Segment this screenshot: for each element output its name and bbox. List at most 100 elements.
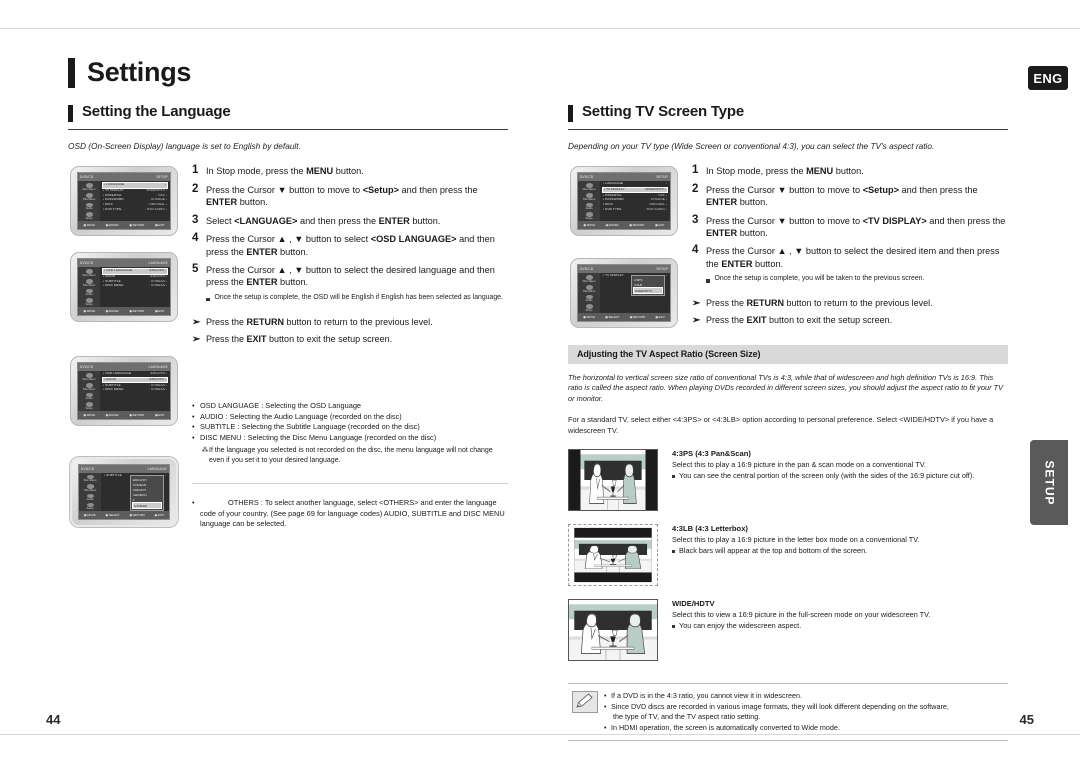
tv-screen-menu-list: • OSD LANGUAGE: ENGLISH › • AUDIO: ENGLIS…: [100, 267, 170, 307]
tv-menu-row-label: • OSD LANGUAGE: [104, 268, 133, 273]
dot-bullet-icon: •: [192, 432, 195, 442]
step-number: 2: [692, 182, 699, 195]
tv-screen-sidebar: Disc Menu Title Menu Audio Setup: [578, 181, 600, 221]
left-others-row: • OTHERS : To select another language, s…: [192, 498, 508, 530]
tv-screen-footer-item: ▣ RETURN: [129, 309, 145, 313]
sidebar-item-label: Setup: [85, 407, 93, 410]
dot-bullet-icon: •: [192, 411, 195, 421]
step-item: 4 Press the Cursor ▲ , ▼ button to select…: [692, 244, 1008, 269]
tv-screen-footer: ▣ MOVE ▣ ENTER ▣ RETURN ▣ EXIT: [78, 411, 170, 419]
tv-screen: DVD/CD SETUP Disc Menu Title Menu Audio Setup…: [577, 172, 671, 230]
tv-screen-title-right: SETUP: [656, 175, 668, 179]
tv-menu-popup-option: WIDE/HDTV: [633, 287, 663, 295]
sidebar-item-label: Audio: [85, 207, 93, 211]
sidebar-item-label: Title Menu: [82, 283, 96, 287]
tv-screen-footer-item: ▣ EXIT: [654, 223, 665, 227]
bullet-item: • OSD LANGUAGE : Selecting the OSD Langua…: [192, 401, 508, 412]
tv-screen-titlebar: DVD/CD SETUP: [78, 173, 170, 181]
tv-screen-body: Disc Menu Title Menu Audio Setup • OSD LANGU…: [78, 371, 170, 411]
right-intro-text: Depending on your TV type (Wide Screen o…: [568, 141, 935, 151]
aspect-ratio-description: Select this to view a 16:9 picture in th…: [672, 610, 931, 620]
tv-screen-title-left: DVD/CD: [580, 175, 594, 179]
right-arrow-notes: ➢ Press the RETURN button to return to th…: [692, 298, 1008, 326]
note-box: • If a DVD is in the 4:3 ratio, you canno…: [568, 683, 1008, 742]
note-lines: • If a DVD is in the 4:3 ratio, you canno…: [604, 691, 1004, 733]
tv-menu-screenshot: DVD/CD LANGUAGE Disc Menu Title Menu Audio Se…: [70, 356, 178, 426]
tv-menu-row-value: : DVD AUDIO ›: [145, 206, 167, 211]
tv-screen-title-left: DVD/CD: [580, 267, 594, 271]
dot-bullet-icon: •: [192, 401, 195, 411]
tv-screen-footer-item: ▣ MOVE: [83, 413, 95, 417]
tv-menu-row-value: ›: [164, 182, 166, 187]
dot-bullet-icon: •: [604, 701, 607, 711]
sidebar-item-label: Disc Menu: [582, 187, 596, 191]
aspect-ratio-block: WIDE/HDTV Select this to view a 16:9 pict…: [568, 599, 1008, 662]
step-text: Press the Cursor ▲ , ▼ button to select …: [206, 234, 495, 257]
tv-menu-screenshot: ENGLISH KOREAN FRENCH GERMAN ▾ OTHERS DVD/CD LA…: [70, 457, 178, 527]
tv-menu-screenshot: DVD/CD SETUP Disc Menu Title Menu Audio Setup…: [70, 166, 178, 236]
sidebar-item-label: Audio: [86, 497, 94, 501]
aspect-ratio-illustration: [568, 449, 658, 512]
tv-screen-footer-item: ▣ ENTER: [105, 309, 119, 313]
tv-screen-titlebar: DVD/CD SETUP: [578, 265, 670, 273]
tv-menu-row: • DISC MENU: KOREAN ›: [102, 283, 168, 289]
square-bullet-icon: [206, 297, 210, 302]
left-substep: Once the setup is complete, the OSD will…: [206, 294, 508, 303]
tv-screen: DVD/CD LANGUAGE Disc Menu Title Menu Audio Se…: [77, 258, 171, 316]
tv-screen-sidebar: Disc Menu Title Menu Audio Setup: [78, 181, 100, 221]
tv-screen-footer-item: ▣ MOVE: [583, 315, 595, 319]
tv-screen-footer-item: ▣ EXIT: [154, 513, 165, 517]
tv-screen-footer-item: ▣ RETURN: [129, 413, 145, 417]
tv-menu-row-label: • DVD TYPE: [603, 206, 622, 211]
tv-screen-title-right: SETUP: [156, 175, 168, 179]
tv-menu-row: • DVD TYPE: DVD AUDIO ›: [602, 207, 668, 212]
step-item: 1 In Stop mode, press the MENU button.: [692, 164, 1008, 177]
bullet-text: AUDIO : Selecting the Audio Language (re…: [200, 411, 402, 421]
aspect-ratio-block: 4:3LB (4:3 Letterbox) Select this to play…: [568, 524, 1008, 587]
aspect-ratio-title: WIDE/HDTV: [672, 599, 715, 609]
tv-menu-popup: 4:3PS 4:3LB WIDE/HDTV: [631, 275, 665, 297]
tv-menu-row-label: • TV DISPLAY: [603, 273, 624, 278]
tv-screen-menu-list: • LANGUAGE › • TV DISPLAY: WIDE/HDTV › • PA…: [100, 181, 170, 221]
left-bullet-block: • OSD LANGUAGE : Selecting the OSD Langua…: [192, 401, 508, 529]
aspect-ratio-title: 4:3PS (4:3 Pan&Scan): [672, 449, 751, 459]
note-line-text: If a DVD is in the 4:3 ratio, you cannot…: [611, 691, 802, 701]
arrow-note-text: Press the RETURN button to return to the…: [706, 298, 933, 309]
tv-menu-row-label: • SUBTITLE: [104, 473, 122, 478]
tv-screen-footer: ▣ MOVE ▣ ENTER ▣ RETURN ▣ EXIT: [78, 221, 170, 229]
step-number: 3: [192, 213, 199, 226]
sidebar-item-label: Setup: [585, 309, 593, 312]
tv-screen-footer-item: ▣ RETURN: [129, 223, 145, 227]
tv-screen-footer-item: ▣ RETURN: [629, 315, 645, 319]
tv-screen-titlebar: DVD/CD LANGUAGE: [78, 259, 170, 267]
aspect-ratio-illustration: [568, 524, 658, 587]
tv-screen-title-left: DVD/CD: [80, 261, 94, 265]
sidebar-item-label: Disc Menu: [82, 273, 96, 277]
step-item: 2 Press the Cursor ▼ button to move to <S…: [692, 183, 1008, 208]
note-line: • Since DVD discs are recorded in various…: [604, 702, 1004, 712]
sidebar-item-label: Disc Menu: [82, 187, 96, 191]
tv-screen-footer-item: ▣ EXIT: [154, 309, 165, 313]
aspect-ratio-paragraph-italic: The horizontal to vertical screen size r…: [568, 372, 1004, 404]
aspect-ratio-title: 4:3LB (4:3 Letterbox): [672, 524, 748, 534]
tv-menu-row-label: • AUDIO: [104, 377, 117, 382]
right-substep-text: Once the setup is complete, you will be …: [714, 275, 925, 283]
square-bullet-icon: [706, 279, 710, 283]
tv-menu-screenshot: 4:3PS 4:3LB WIDE/HDTV DVD/CD SETUP Disc Menu T…: [570, 258, 678, 328]
aspect-ratio-block: 4:3PS (4:3 Pan&Scan) Select this to play …: [568, 449, 1008, 512]
tv-screen-footer: ▣ MOVE ▣ SELECT ▣ RETURN ▣ EXIT: [79, 511, 169, 519]
sidebar-item-label: Disc Menu: [82, 377, 96, 381]
square-bullet-icon: [672, 475, 675, 479]
sidebar-item-label: Setup: [86, 507, 94, 510]
tv-menu-row-value: ›: [665, 273, 667, 278]
tv-screen-footer-item: ▣ MOVE: [83, 223, 95, 227]
sidebar-item-label: Title Menu: [83, 488, 97, 492]
sidebar-item-label: Audio: [585, 299, 593, 303]
step-text: In Stop mode, press the MENU button.: [706, 166, 864, 177]
right-substep: Once the setup is complete, you will be …: [706, 275, 1008, 284]
aspect-ratio-blocks: 4:3PS (4:3 Pan&Scan) Select this to play …: [568, 449, 1008, 662]
step-text: In Stop mode, press the MENU button.: [206, 166, 364, 177]
tv-screen-footer-item: ▣ EXIT: [154, 413, 165, 417]
aspect-ratio-subnote: Black bars will appear at the top and bo…: [672, 546, 1008, 556]
tv-screen-footer-item: ▣ MOVE: [83, 513, 96, 517]
